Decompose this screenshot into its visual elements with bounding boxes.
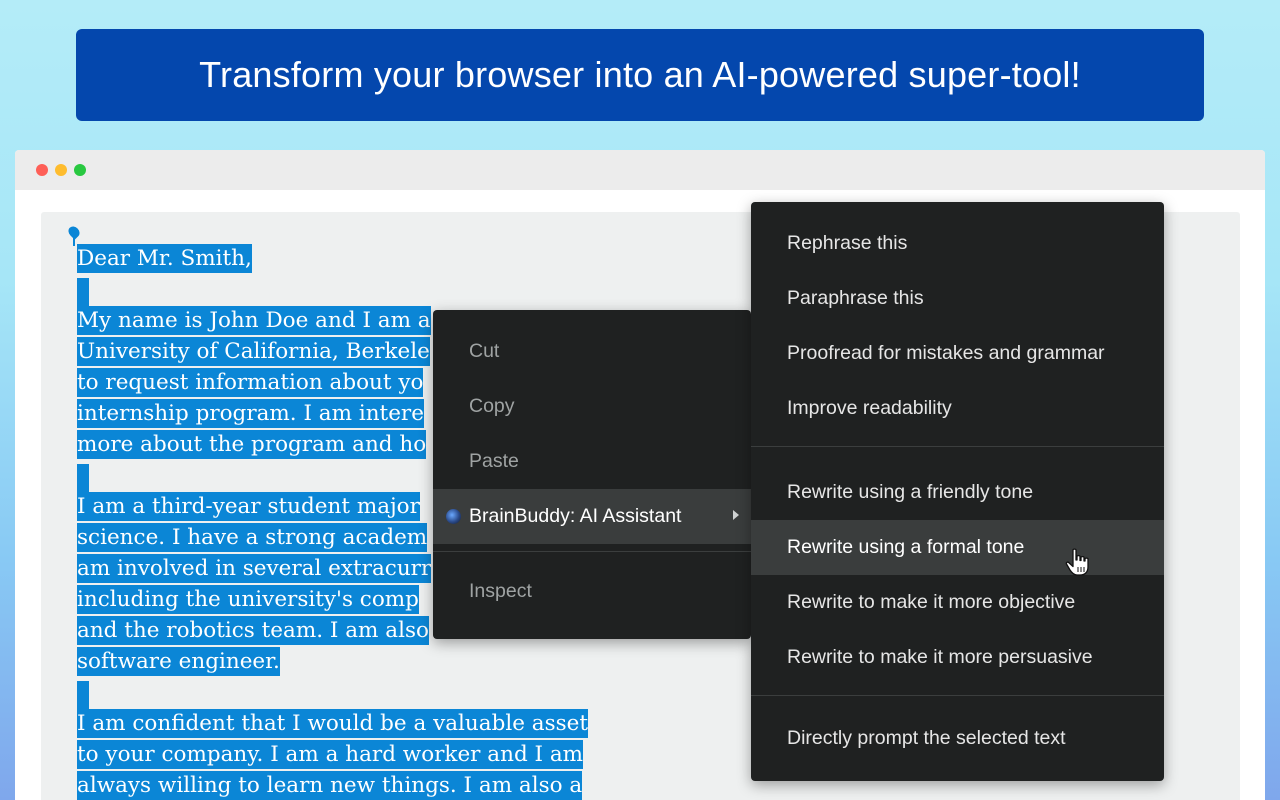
submenu-item-label: Rewrite using a friendly tone — [787, 481, 1034, 503]
submenu-item-label: Paraphrase this — [787, 287, 924, 309]
submenu-item-friendly-tone[interactable]: Rewrite using a friendly tone — [751, 465, 1164, 520]
menu-item-copy[interactable]: Copy — [433, 379, 751, 434]
text-line: I am a third-year student major — [77, 492, 420, 521]
submenu-item-persuasive[interactable]: Rewrite to make it more persuasive — [751, 630, 1164, 685]
submenu-item-direct-prompt[interactable]: Directly prompt the selected text — [751, 711, 1164, 766]
text-line: University of California, Berkele — [77, 337, 430, 366]
brainbuddy-submenu: Rephrase this Paraphrase this Proofread … — [751, 202, 1164, 781]
submenu-item-label: Rewrite to make it more persuasive — [787, 646, 1093, 668]
menu-divider — [751, 446, 1164, 447]
close-window-button[interactable] — [36, 164, 48, 176]
brainbuddy-logo-icon — [446, 509, 461, 524]
chevron-right-icon — [733, 510, 739, 520]
letter-greeting[interactable]: Dear Mr. Smith, — [77, 243, 252, 274]
text-cursor — [73, 234, 75, 246]
selected-blank-line — [77, 681, 89, 709]
menu-divider — [433, 551, 751, 552]
submenu-item-label: Directly prompt the selected text — [787, 727, 1066, 749]
text-line: more about the program and ho — [77, 430, 427, 459]
banner-headline: Transform your browser into an AI-powere… — [199, 54, 1081, 95]
maximize-window-button[interactable] — [74, 164, 86, 176]
text-line: My name is John Doe and I am a — [77, 306, 431, 335]
submenu-item-rephrase[interactable]: Rephrase this — [751, 216, 1164, 271]
hand-pointer-cursor-icon — [1065, 548, 1089, 576]
letter-paragraph-3[interactable]: I am confident that I would be a valuabl… — [77, 708, 589, 800]
letter-paragraph-1[interactable]: My name is John Doe and I am a Universit… — [77, 305, 431, 460]
menu-item-label: Paste — [469, 450, 519, 472]
text-line: software engineer. — [77, 647, 280, 676]
text-line: internship program. I am intere — [77, 399, 424, 428]
submenu-item-paraphrase[interactable]: Paraphrase this — [751, 271, 1164, 326]
context-menu: Cut Copy Paste BrainBuddy: AI Assistant … — [433, 310, 751, 639]
text-line: to your company. I am a hard worker and … — [77, 740, 584, 769]
menu-item-brainbuddy[interactable]: BrainBuddy: AI Assistant — [433, 489, 751, 544]
promo-banner: Transform your browser into an AI-powere… — [76, 29, 1204, 121]
menu-divider — [751, 695, 1164, 696]
submenu-item-objective[interactable]: Rewrite to make it more objective — [751, 575, 1164, 630]
menu-item-cut[interactable]: Cut — [433, 324, 751, 379]
submenu-item-label: Improve readability — [787, 397, 952, 419]
menu-item-paste[interactable]: Paste — [433, 434, 751, 489]
menu-item-label: Cut — [469, 340, 500, 362]
menu-item-label: Inspect — [469, 580, 532, 602]
submenu-item-readability[interactable]: Improve readability — [751, 381, 1164, 436]
menu-item-label: BrainBuddy: AI Assistant — [469, 505, 682, 527]
window-titlebar — [15, 150, 1265, 190]
text-line: to request information about yo — [77, 368, 424, 397]
submenu-item-label: Rephrase this — [787, 232, 908, 254]
menu-item-inspect[interactable]: Inspect — [433, 564, 751, 619]
submenu-item-label: Rewrite using a formal tone — [787, 536, 1025, 558]
text-line: including the university's comp — [77, 585, 419, 614]
text-line: science. I have a strong academ — [77, 523, 428, 552]
text-line: am involved in several extracurr — [77, 554, 432, 583]
submenu-item-label: Rewrite to make it more objective — [787, 591, 1076, 613]
selected-blank-line — [77, 464, 89, 492]
submenu-item-formal-tone[interactable]: Rewrite using a formal tone — [751, 520, 1164, 575]
selected-blank-line — [77, 278, 89, 306]
text-line: and the robotics team. I am also — [77, 616, 429, 645]
text-line: always willing to learn new things. I am… — [77, 771, 583, 800]
submenu-item-label: Proofread for mistakes and grammar — [787, 342, 1105, 364]
text-line: I am confident that I would be a valuabl… — [77, 709, 589, 738]
submenu-item-proofread[interactable]: Proofread for mistakes and grammar — [751, 326, 1164, 381]
menu-item-label: Copy — [469, 395, 515, 417]
letter-paragraph-2[interactable]: I am a third-year student major science.… — [77, 491, 432, 677]
minimize-window-button[interactable] — [55, 164, 67, 176]
